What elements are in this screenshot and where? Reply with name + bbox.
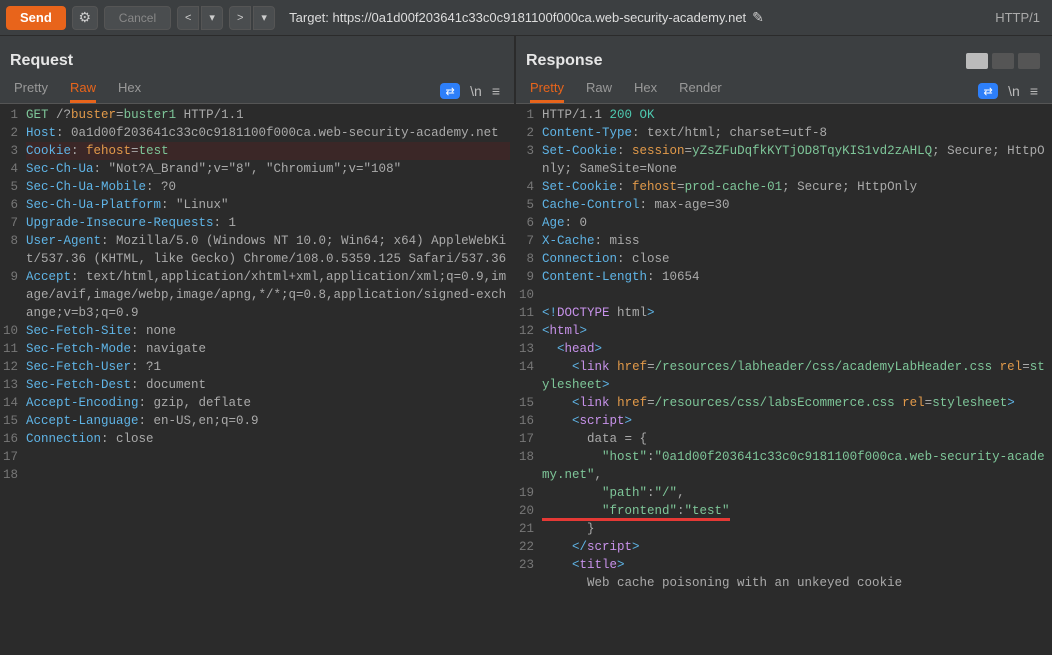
- request-code[interactable]: GET /?buster=buster1 HTTP/1.1Host: 0a1d0…: [22, 104, 514, 655]
- request-pane: Request Pretty Raw Hex ⇄ \n ≡ 12345678 9…: [0, 36, 516, 655]
- fwd-dropdown[interactable]: ▾: [253, 6, 275, 30]
- http-version-label: HTTP/1: [995, 10, 1046, 25]
- actions-icon[interactable]: ⇄: [440, 83, 460, 99]
- response-pane: Response Pretty Raw Hex Render ⇄ \n ≡ 12…: [516, 36, 1052, 655]
- tab-pretty[interactable]: Pretty: [530, 80, 564, 103]
- response-tabs: Pretty Raw Hex Render ⇄ \n ≡: [516, 76, 1052, 104]
- newline-icon[interactable]: \n: [1008, 83, 1020, 99]
- tab-render[interactable]: Render: [679, 80, 722, 103]
- settings-button[interactable]: ⚙: [72, 6, 98, 30]
- tab-hex[interactable]: Hex: [634, 80, 657, 103]
- chevron-left-icon: <: [185, 12, 191, 24]
- back-nav-group: < ▾: [177, 6, 223, 30]
- response-title: Response: [526, 52, 602, 70]
- chevron-down-icon: ▾: [261, 11, 267, 24]
- tab-raw[interactable]: Raw: [586, 80, 612, 103]
- chevron-down-icon: ▾: [209, 11, 215, 24]
- chevron-right-icon: >: [237, 12, 243, 24]
- tab-hex[interactable]: Hex: [118, 80, 141, 103]
- menu-icon[interactable]: ≡: [1030, 83, 1038, 99]
- view-single-button[interactable]: [1018, 53, 1040, 69]
- back-button[interactable]: <: [177, 6, 199, 30]
- fwd-nav-group: > ▾: [229, 6, 275, 30]
- layout-view-group: [966, 53, 1040, 69]
- forward-button[interactable]: >: [229, 6, 251, 30]
- send-button[interactable]: Send: [6, 6, 66, 30]
- request-gutter: 12345678 9 101112131415161718: [0, 104, 22, 655]
- tab-pretty[interactable]: Pretty: [14, 80, 48, 103]
- view-rows-button[interactable]: [992, 53, 1014, 69]
- request-editor[interactable]: 12345678 9 101112131415161718 GET /?bust…: [0, 104, 514, 655]
- response-code[interactable]: HTTP/1.1 200 OKContent-Type: text/html; …: [538, 104, 1052, 655]
- newline-icon[interactable]: \n: [470, 83, 482, 99]
- actions-icon[interactable]: ⇄: [978, 83, 998, 99]
- request-tabs: Pretty Raw Hex ⇄ \n ≡: [0, 76, 514, 104]
- pencil-icon[interactable]: ✎: [752, 9, 764, 26]
- back-dropdown[interactable]: ▾: [201, 6, 223, 30]
- response-gutter: 123 4567891011121314 15161718 1920212223: [516, 104, 538, 655]
- gear-icon: ⚙: [79, 9, 92, 26]
- request-title: Request: [10, 52, 73, 70]
- tab-raw[interactable]: Raw: [70, 80, 96, 103]
- cancel-button[interactable]: Cancel: [104, 6, 171, 30]
- target-display: Target: https://0a1d00f203641c33c0c91811…: [289, 9, 989, 26]
- view-columns-button[interactable]: [966, 53, 988, 69]
- target-label: Target: https://0a1d00f203641c33c0c91811…: [289, 10, 746, 25]
- top-toolbar: Send ⚙ Cancel < ▾ > ▾ Target: https://0a…: [0, 0, 1052, 36]
- menu-icon[interactable]: ≡: [492, 83, 500, 99]
- response-editor[interactable]: 123 4567891011121314 15161718 1920212223…: [516, 104, 1052, 655]
